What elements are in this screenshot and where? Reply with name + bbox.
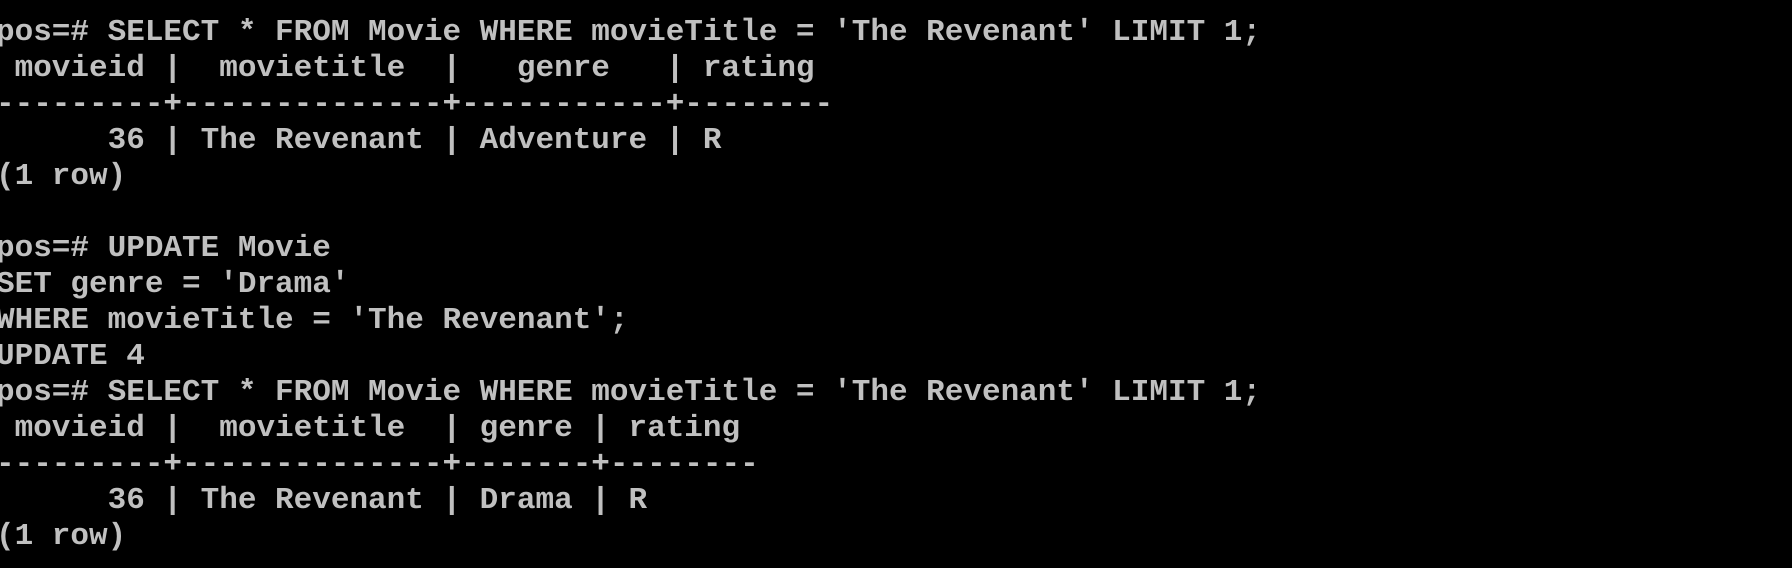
prompt-update-command: pos=# UPDATE Movie <box>0 231 331 266</box>
result-header-2: movieid | movietitle | genre | rating <box>0 411 741 446</box>
result-header-1: movieid | movietitle | genre | rating <box>0 51 815 86</box>
prompt-select-command-1: pos=# SELECT * FROM Movie WHERE movieTit… <box>0 15 1262 50</box>
update-result: UPDATE 4 <box>0 339 145 374</box>
update-where-clause: WHERE movieTitle = 'The Revenant'; <box>0 303 629 338</box>
update-set-clause: SET genre = 'Drama' <box>0 267 350 302</box>
result-separator-2: ---------+--------------+-------+-------… <box>0 447 759 482</box>
row-count-1: (1 row) <box>0 159 127 194</box>
result-row-2: 36 | The Revenant | Drama | R <box>0 483 648 518</box>
terminal-window[interactable]: pos=# SELECT * FROM Movie WHERE movieTit… <box>0 15 1792 568</box>
row-count-2: (1 row) <box>0 519 127 554</box>
prompt-select-command-2: pos=# SELECT * FROM Movie WHERE movieTit… <box>0 375 1262 410</box>
result-separator-1: ---------+--------------+-----------+---… <box>0 87 834 122</box>
result-row-1: 36 | The Revenant | Adventure | R <box>0 123 722 158</box>
